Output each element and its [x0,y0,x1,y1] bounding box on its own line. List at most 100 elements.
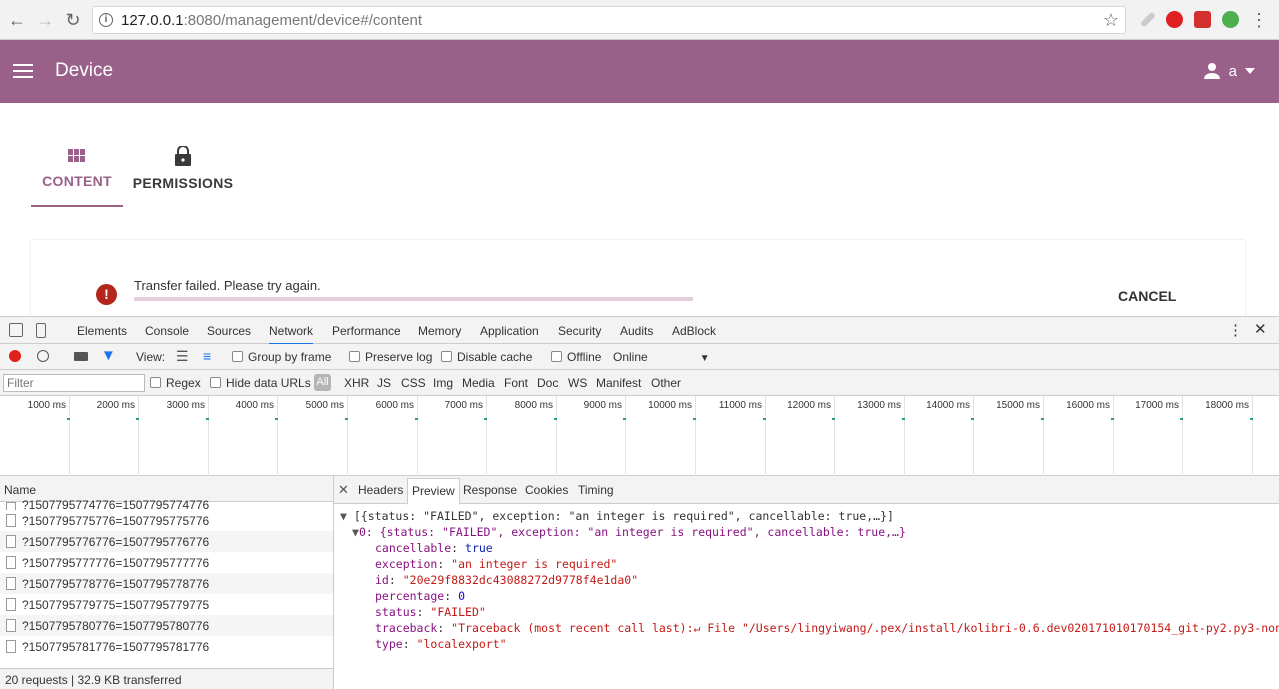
throttling-select[interactable]: Online ▼ [613,350,710,364]
devtools-menu-icon[interactable]: ⋮ [1228,321,1243,339]
expand-triangle-icon[interactable]: ▼ [340,509,347,523]
devtools-tab-security[interactable]: Security [558,324,601,338]
devtools-tab-elements[interactable]: Elements [77,324,127,338]
devtools-close-icon[interactable]: ✕ [1254,320,1267,338]
hide-data-urls-checkbox[interactable]: Hide data URLs [210,376,311,390]
reload-icon[interactable]: ↻ [62,9,84,31]
table-row[interactable]: ?1507795780776=1507795780776 [0,615,333,636]
tab-content[interactable]: CONTENT [31,140,123,207]
address-bar[interactable]: i 127.0.0.1:8080/management/device#/cont… [92,6,1126,34]
table-row[interactable]: ?1507795781776=1507795781776 [0,636,333,657]
table-row[interactable]: ?1507795779775=1507795779775 [0,594,333,615]
transfer-progress-bar [134,297,693,301]
json-field-cancellable: cancellable: true [375,541,493,555]
large-rows-icon[interactable]: ☰ [176,348,189,365]
filter-media[interactable]: Media [462,376,495,390]
filter-all-button[interactable]: All [314,374,331,391]
group-by-frame-checkbox[interactable]: Group by frame [232,350,331,364]
tab-response[interactable]: Response [463,483,517,497]
grid-icon [68,149,85,162]
error-icon: ! [96,284,117,305]
filter-js[interactable]: JS [377,376,391,390]
tab-permissions[interactable]: PERMISSIONS [131,140,235,207]
request-detail-panel: ✕ Headers Preview Response Cookies Timin… [334,476,1279,689]
tab-headers[interactable]: Headers [358,483,403,497]
devtools-tab-adblock[interactable]: AdBlock [672,324,716,338]
back-icon[interactable]: ← [6,9,28,31]
view-label: View: [136,350,166,364]
network-filter-bar: Regex Hide data URLs All XHR JS CSS Img … [0,370,1279,396]
regex-checkbox[interactable]: Regex [150,376,201,390]
table-row[interactable]: ?1507795775776=1507795775776 [0,510,333,531]
capture-screenshots-icon[interactable] [74,352,88,361]
table-row[interactable]: ?1507795774776=1507795774776 [0,498,333,510]
cancel-button[interactable]: CANCEL [1118,288,1176,304]
tab-timing[interactable]: Timing [578,483,614,497]
filter-ws[interactable]: WS [568,376,587,390]
close-icon[interactable]: ✕ [338,482,349,498]
offline-checkbox[interactable]: Offline [551,350,601,364]
forward-icon[interactable]: → [34,9,56,31]
devtools-tab-memory[interactable]: Memory [418,324,461,338]
filter-font[interactable]: Font [504,376,528,390]
json-field-percentage: percentage: 0 [375,589,466,603]
record-icon[interactable] [9,350,21,362]
devtools-tab-application[interactable]: Application [480,324,539,338]
json-field-id: id: "20e29f8832dc43088272d9778f4e1da0" [375,573,639,587]
json-field-type: type: "localexport" [375,637,507,651]
lock-icon [175,146,191,166]
devtools-panel: Elements Console Sources Network Perform… [0,316,1279,689]
network-timeline[interactable]: 1000 ms 2000 ms 3000 ms 4000 ms 5000 ms 6000 … [0,396,1279,476]
bookmark-star-icon[interactable]: ☆ [1103,10,1119,31]
devtools-tab-console[interactable]: Console [145,324,189,338]
table-row[interactable]: ?1507795776776=1507795776776 [0,531,333,552]
username: a [1228,62,1237,80]
clear-icon[interactable] [37,350,49,362]
device-toolbar-icon[interactable] [36,323,46,338]
user-menu[interactable]: a [1203,62,1255,80]
filter-other[interactable]: Other [651,376,681,390]
devtools-tab-audits[interactable]: Audits [620,324,653,338]
inspect-element-icon[interactable] [9,323,23,337]
hamburger-menu-icon[interactable] [13,64,33,79]
tab-preview[interactable]: Preview [407,478,460,505]
disable-cache-checkbox[interactable]: Disable cache [441,350,532,364]
opera-extension-icon[interactable] [1166,11,1183,28]
overview-icon[interactable]: ≡ [203,348,211,364]
red-extension-icon[interactable] [1194,11,1211,28]
info-icon[interactable]: i [99,13,113,27]
filter-icon[interactable]: ▼ [101,347,116,364]
detail-tabbar: ✕ Headers Preview Response Cookies Timin… [334,476,1279,505]
tab-cookies[interactable]: Cookies [525,483,568,497]
preserve-log-checkbox[interactable]: Preserve log [349,350,432,364]
filter-input[interactable] [3,374,145,392]
expand-triangle-icon[interactable]: ▼ [352,525,359,539]
filter-css[interactable]: CSS [401,376,426,390]
filter-img[interactable]: Img [433,376,453,390]
json-root-line[interactable]: ▼ [{status: "FAILED", exception: "an int… [334,508,1279,524]
devtools-tabbar: Elements Console Sources Network Perform… [0,317,1279,345]
filter-doc[interactable]: Doc [537,376,558,390]
green-extension-icon[interactable] [1222,11,1239,28]
json-field-traceback: traceback: "Traceback (most recent call … [375,621,1279,635]
pen-extension-icon[interactable] [1139,11,1157,28]
timeline-request-marker [1250,418,1253,420]
json-item-line[interactable]: ▼0: {status: "FAILED", exception: "an in… [334,524,1279,540]
table-row[interactable]: ?1507795778776=1507795778776 [0,573,333,594]
filter-manifest[interactable]: Manifest [596,376,641,390]
network-summary: 20 requests | 32.9 KB transferred [0,668,333,689]
devtools-tab-sources[interactable]: Sources [207,324,251,338]
browser-toolbar: ← → ↻ i 127.0.0.1:8080/management/device… [0,0,1279,40]
chevron-down-icon: ▼ [699,353,710,364]
request-list: Name ?1507795774776=1507795774776 ?15077… [0,476,334,689]
table-row[interactable]: ?1507795777776=1507795777776 [0,552,333,573]
browser-menu-icon[interactable]: ⋮ [1248,9,1270,31]
devtools-tab-performance[interactable]: Performance [332,324,401,338]
timeline-tick-label: 18000 ms [1205,400,1249,411]
timeline-tick: 18000 ms [0,396,1253,476]
json-preview: ▼ [{status: "FAILED", exception: "an int… [334,508,1279,652]
network-toolbar: ▼ View: ☰ ≡ Group by frame Preserve log … [0,344,1279,370]
filter-xhr[interactable]: XHR [344,376,369,390]
devtools-tab-network[interactable]: Network [269,324,314,345]
app-header: Device a [0,40,1279,103]
